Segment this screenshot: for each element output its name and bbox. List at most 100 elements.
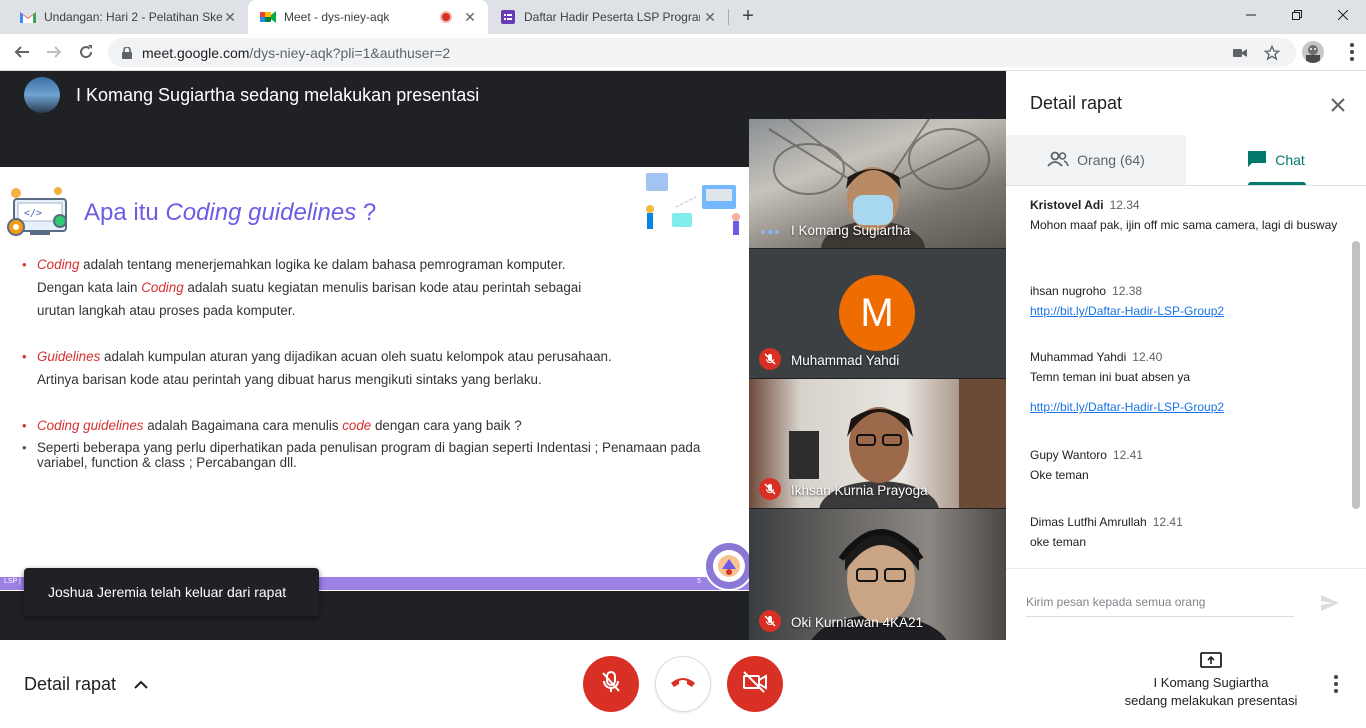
message-link[interactable]: http://bit.ly/Daftar-Hadir-LSP-Group2 xyxy=(1030,304,1224,318)
meet-icon xyxy=(260,9,276,25)
chat-icon xyxy=(1247,150,1267,171)
bullet-dot: • xyxy=(22,349,27,364)
restore-icon[interactable] xyxy=(1274,0,1320,30)
message-time: 12.40 xyxy=(1132,350,1163,364)
close-tab-icon[interactable]: ✕ xyxy=(462,9,478,25)
new-tab-button[interactable]: + xyxy=(738,6,758,26)
participant-tile[interactable]: I Komang Sugiartha xyxy=(749,119,1006,248)
present-screen-icon xyxy=(1200,652,1222,670)
bullet-text: dengan cara yang baik ? xyxy=(371,418,522,433)
divider xyxy=(1006,185,1366,186)
tab-meet[interactable]: Meet - dys-niey-aqk ✕ xyxy=(248,0,488,34)
leave-call-button[interactable] xyxy=(655,656,711,712)
slide-title-italic: Coding guidelines xyxy=(165,199,357,226)
forms-icon xyxy=(500,9,516,25)
speaking-indicator-icon xyxy=(761,230,779,234)
more-options-icon[interactable] xyxy=(1328,674,1344,694)
slide-body: • Coding adalah tentang menerjemahkan lo… xyxy=(22,253,732,470)
address-bar[interactable]: meet.google.com/dys-niey-aqk?pli=1&authu… xyxy=(108,38,1296,67)
bullet-text: adalah tentang menerjemahkan logika ke d… xyxy=(79,257,566,272)
lock-icon[interactable] xyxy=(120,46,134,60)
profile-avatar[interactable] xyxy=(1302,41,1324,63)
bullet-examples: • Seperti beberapa yang perlu diperhatik… xyxy=(22,440,732,470)
participant-name: Oki Kurniawan 4KA21 xyxy=(791,615,924,630)
hang-up-icon xyxy=(670,675,696,693)
message-sender: Muhammad Yahdi xyxy=(1030,350,1127,364)
chat-message: ihsan nugroho 12.38 http://bit.ly/Daftar-… xyxy=(1030,281,1340,321)
bullet-keyword: Coding guidelines xyxy=(37,418,144,433)
tab-gmail[interactable]: Undangan: Hari 2 - Pelatihan Ske ✕ xyxy=(8,0,248,34)
participant-name: I Komang Sugiartha xyxy=(791,223,911,238)
camera-off-icon xyxy=(742,670,768,698)
back-icon[interactable] xyxy=(10,40,34,64)
message-sender: Dimas Lutfhi Amrullah xyxy=(1030,515,1147,529)
close-icon[interactable] xyxy=(1326,93,1350,117)
shared-slide: </> Apa itu Coding guidelines ? • Coding… xyxy=(0,167,749,591)
message-text: Temn teman ini buat absen ya xyxy=(1030,370,1191,384)
participant-tile[interactable]: Oki Kurniawan 4KA21 xyxy=(749,509,1006,640)
bullet-keyword: Guidelines xyxy=(37,349,101,364)
bullet-guidelines: • Guidelines adalah kumpulan aturan yang… xyxy=(22,345,732,391)
people-icon xyxy=(1047,151,1069,170)
participant-name: Muhammad Yahdi xyxy=(791,353,900,368)
tab-forms[interactable]: Daftar Hadir Peserta LSP Program ✕ xyxy=(488,0,728,34)
bullet-dot: • xyxy=(22,440,27,455)
presenter-text: I Komang Sugiartha sedang melakukan pres… xyxy=(76,85,480,105)
bullet-text: Seperti beberapa yang perlu diperhatikan… xyxy=(37,440,701,470)
message-text: Mohon maaf pak, ijin off mic sama camera… xyxy=(1030,218,1338,232)
camera-toggle-button[interactable] xyxy=(727,656,783,712)
camera-indicator-icon[interactable] xyxy=(1232,45,1248,61)
close-tab-icon[interactable]: ✕ xyxy=(702,9,718,25)
mic-toggle-button[interactable] xyxy=(583,656,639,712)
chat-message: Dimas Lutfhi Amrullah 12.41 oke teman xyxy=(1030,512,1340,552)
meeting-details-button[interactable]: Detail rapat xyxy=(24,674,116,695)
bookmark-star-icon[interactable] xyxy=(1264,45,1280,61)
message-time: 12.41 xyxy=(1112,448,1143,462)
mic-off-icon xyxy=(759,348,781,370)
browser-menu-icon[interactable] xyxy=(1344,42,1360,62)
university-logo-icon xyxy=(704,541,749,591)
minimize-icon[interactable] xyxy=(1228,0,1274,30)
participant-name: Ikhsan Kurnia Prayoga xyxy=(791,483,928,498)
meeting-controls-bar: Detail rapat I Komang Sugiartha sedang m… xyxy=(0,640,1366,728)
tab-title: Daftar Hadir Peserta LSP Program xyxy=(524,10,700,24)
presenting-line2: sedang melakukan presentasi xyxy=(1124,693,1298,708)
presenter-banner: I Komang Sugiartha sedang melakukan pres… xyxy=(0,71,1006,119)
tab-people-label: Orang (64) xyxy=(1077,152,1145,168)
tab-title: Meet - dys-niey-aqk xyxy=(284,10,390,24)
chat-message: Kristovel Adi 12.34 Mohon maaf pak, ijin … xyxy=(1030,195,1340,235)
mic-off-icon xyxy=(759,478,781,500)
send-icon[interactable] xyxy=(1320,593,1340,613)
bullet-text: urutan langkah atau proses pada komputer… xyxy=(37,303,296,318)
slide-title-prefix: Apa itu xyxy=(84,199,166,226)
bullet-keyword: Coding xyxy=(141,280,184,295)
message-link[interactable]: http://bit.ly/Daftar-Hadir-LSP-Group2 xyxy=(1030,400,1224,414)
tab-title: Undangan: Hari 2 - Pelatihan Ske xyxy=(44,10,222,24)
chat-scrollbar[interactable] xyxy=(1352,241,1360,509)
forward-icon[interactable] xyxy=(42,40,66,64)
team-illustration-icon xyxy=(636,167,749,239)
message-text: oke teman xyxy=(1030,535,1087,549)
bullet-dot: • xyxy=(22,418,27,433)
tab-chat[interactable]: Chat xyxy=(1186,135,1366,185)
participant-tile[interactable]: M Muhammad Yahdi xyxy=(749,249,1006,378)
bullet-text: Dengan kata lain xyxy=(37,280,142,295)
message-sender: Kristovel Adi xyxy=(1030,198,1104,212)
reload-icon[interactable] xyxy=(74,40,98,64)
chat-message: Muhammad Yahdi 12.40 Temn teman ini buat … xyxy=(1030,347,1340,417)
chat-message: Gupy Wantoro 12.41 Oke teman xyxy=(1030,445,1340,485)
bullet-keyword: Coding xyxy=(37,257,80,272)
close-tab-icon[interactable]: ✕ xyxy=(222,9,238,25)
message-time: 12.38 xyxy=(1112,284,1143,298)
mic-off-icon xyxy=(759,610,781,632)
presentation-status[interactable]: I Komang Sugiartha sedang melakukan pres… xyxy=(1110,652,1312,710)
chat-message-input[interactable]: Kirim pesan kepada semua orang xyxy=(1026,595,1294,617)
tab-chat-label: Chat xyxy=(1275,152,1305,168)
message-text: Oke teman xyxy=(1030,468,1089,482)
participant-tile[interactable]: Ikhsan Kurnia Prayoga xyxy=(749,379,1006,508)
tab-people[interactable]: Orang (64) xyxy=(1006,135,1186,185)
close-window-icon[interactable] xyxy=(1320,0,1366,30)
bullet-keyword: code xyxy=(342,418,372,433)
chevron-up-icon[interactable] xyxy=(132,675,150,693)
bullet-text: adalah kumpulan aturan yang dijadikan ac… xyxy=(100,349,612,364)
